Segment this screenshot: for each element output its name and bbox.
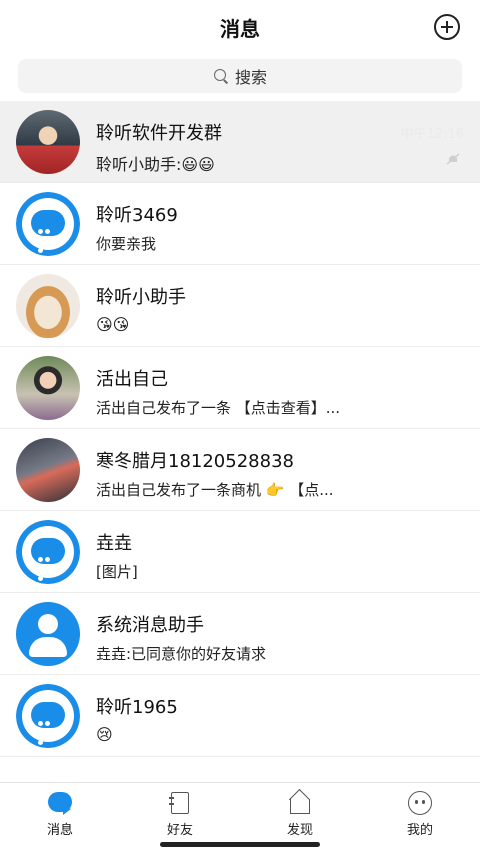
app-logo-avatar	[16, 519, 80, 584]
app-logo-avatar	[16, 683, 80, 748]
tab-label: 发现	[286, 823, 313, 838]
conversation-row[interactable]: 活出自己 活出自己发布了一条 【点击查看】...	[0, 347, 480, 429]
conversation-name: 聆听3469	[96, 205, 178, 226]
tab-label: 好友	[166, 823, 193, 838]
search-placeholder: 搜索	[234, 68, 267, 87]
conversation-preview: 活出自己发布了一条 【点击查看】...	[96, 399, 341, 417]
conversation-name: 寒冬腊月18120528838	[96, 451, 294, 472]
conversation-preview: 活出自己发布了一条商机 👉 【点...	[96, 481, 334, 499]
user-silhouette-avatar	[16, 601, 80, 666]
conversation-preview: [图片]	[96, 563, 138, 581]
tab-messages[interactable]: 消息	[0, 783, 120, 843]
conversation-row[interactable]: 系统消息助手 垚垚:已同意你的好友请求	[0, 593, 480, 675]
search-input[interactable]: 搜索	[18, 59, 462, 93]
conversation-name: 聆听小助手	[96, 287, 186, 308]
tab-label: 我的	[406, 823, 433, 838]
tab-discover[interactable]: 发现	[240, 783, 360, 843]
app-logo-avatar	[16, 191, 80, 256]
conversation-row[interactable]: 垚垚 [图片]	[0, 511, 480, 593]
conversation-row[interactable]: 聆听1965 😢	[0, 675, 480, 757]
conversation-row[interactable]: 聆听3469 你要亲我	[0, 183, 480, 265]
conversation-row[interactable]: 聆听小助手 😘😘	[0, 265, 480, 347]
conversation-row[interactable]: 聆听软件开发群 聆听小助手:😃😃 中午12:16	[0, 101, 480, 183]
tab-label: 消息	[46, 823, 73, 838]
tab-profile[interactable]: 我的	[360, 783, 480, 843]
conversation-preview: 垚垚:已同意你的好友请求	[96, 645, 267, 663]
mute-bell-icon	[446, 153, 460, 165]
conversation-time: 中午12:16	[400, 127, 464, 142]
tab-friends[interactable]: 好友	[120, 783, 240, 843]
avatar	[16, 273, 80, 338]
profile-icon	[407, 791, 433, 815]
search-icon	[213, 68, 229, 84]
top-bar: 消息	[0, 0, 480, 54]
contacts-icon	[167, 791, 193, 815]
page-title: 消息	[220, 17, 260, 41]
discover-icon	[287, 788, 313, 815]
avatar	[16, 355, 80, 420]
conversation-preview: 你要亲我	[96, 235, 157, 253]
conversation-name: 系统消息助手	[96, 615, 204, 636]
conversation-list: 聆听软件开发群 聆听小助手:😃😃 中午12:16 聆听3469 你要亲我 聆听小…	[0, 101, 480, 757]
home-indicator[interactable]	[160, 842, 320, 847]
conversation-name: 聆听1965	[96, 697, 178, 718]
messages-screen: 消息 搜索 聆听软件开发群 聆听小助手:😃😃 中午12:16 聆听3469 你要…	[0, 0, 480, 853]
avatar	[16, 437, 80, 502]
conversation-preview: 聆听小助手:😃😃	[96, 155, 215, 174]
message-icon	[47, 791, 73, 815]
conversation-preview: 😘😘	[96, 315, 130, 334]
conversation-name: 活出自己	[96, 369, 168, 390]
conversation-name: 垚垚	[96, 533, 132, 554]
conversation-preview: 😢	[96, 725, 113, 744]
avatar	[16, 109, 80, 174]
conversation-row[interactable]: 寒冬腊月18120528838 活出自己发布了一条商机 👉 【点...	[0, 429, 480, 511]
add-plus-icon[interactable]	[434, 14, 460, 40]
conversation-name: 聆听软件开发群	[96, 123, 222, 144]
